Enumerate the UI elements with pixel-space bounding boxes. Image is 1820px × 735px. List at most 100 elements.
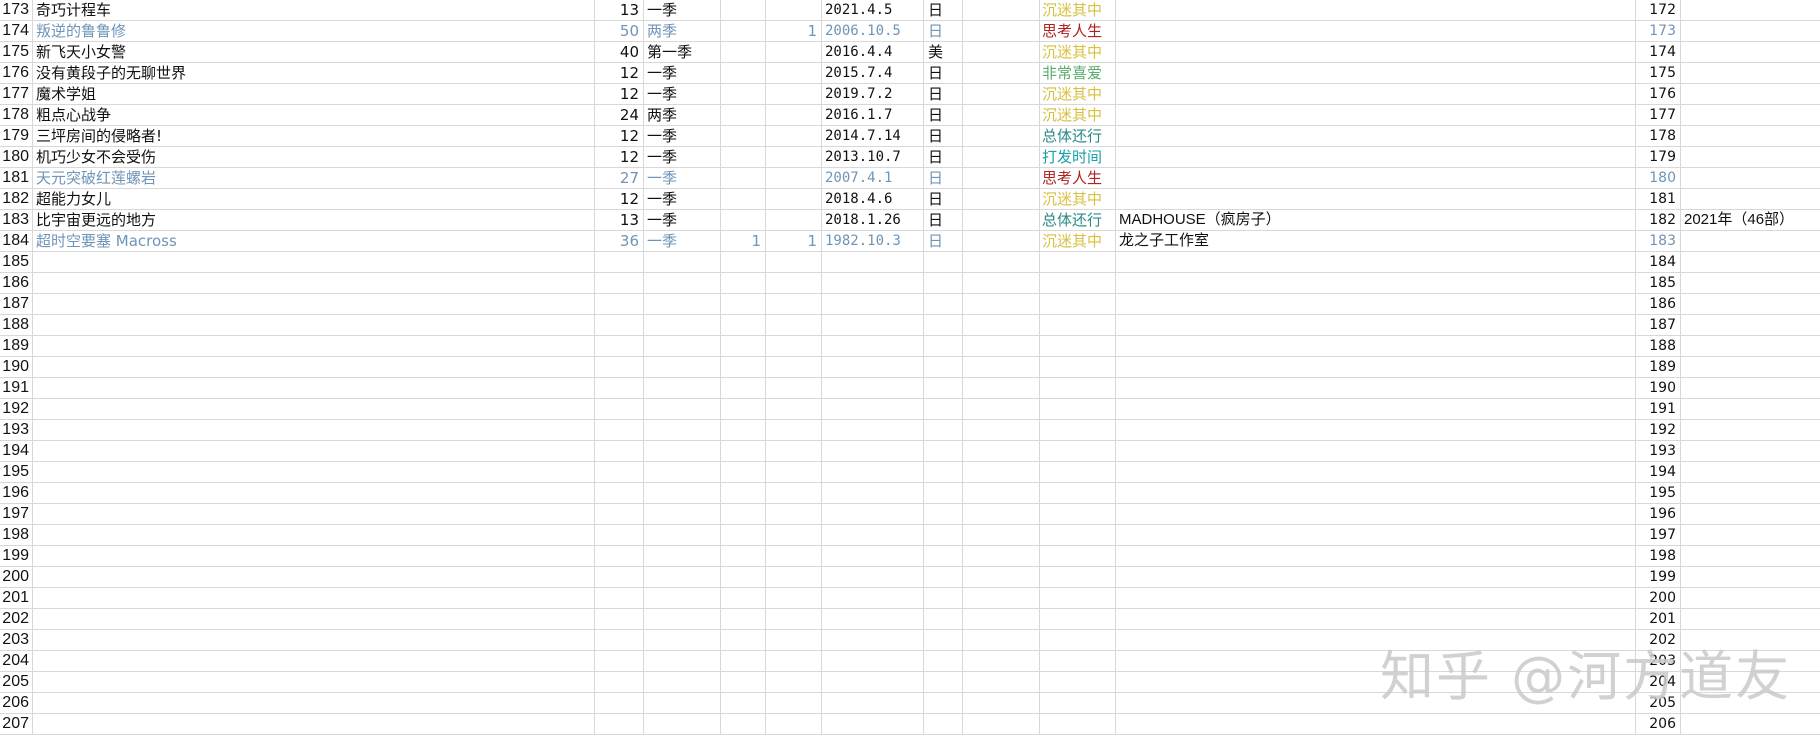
cell-rating-status[interactable] bbox=[1040, 504, 1116, 525]
cell-index[interactable]: 178 bbox=[1636, 126, 1681, 147]
cell-studio[interactable] bbox=[1116, 168, 1636, 189]
cell-episodes[interactable]: 12 bbox=[595, 126, 644, 147]
cell-season[interactable] bbox=[644, 336, 721, 357]
cell-title[interactable] bbox=[33, 441, 595, 462]
cell-year-summary[interactable] bbox=[1681, 714, 1820, 735]
cell-studio[interactable] bbox=[1116, 420, 1636, 441]
cell-rating-status[interactable] bbox=[1040, 525, 1116, 546]
cell-index[interactable]: 185 bbox=[1636, 273, 1681, 294]
cell-col-f[interactable] bbox=[766, 672, 822, 693]
cell-col-e[interactable]: 1 bbox=[721, 231, 766, 252]
cell-country[interactable]: 美 bbox=[924, 42, 963, 63]
cell-year-summary[interactable] bbox=[1681, 0, 1820, 21]
cell-year-summary[interactable] bbox=[1681, 546, 1820, 567]
cell-episodes[interactable]: 12 bbox=[595, 147, 644, 168]
cell-episodes[interactable] bbox=[595, 357, 644, 378]
cell-rating-status[interactable]: 打发时间 bbox=[1040, 147, 1116, 168]
cell-title[interactable] bbox=[33, 651, 595, 672]
cell-episodes[interactable] bbox=[595, 315, 644, 336]
cell-rating-status[interactable] bbox=[1040, 441, 1116, 462]
cell-studio[interactable] bbox=[1116, 672, 1636, 693]
cell-rating-status[interactable] bbox=[1040, 294, 1116, 315]
cell-col-f[interactable] bbox=[766, 546, 822, 567]
cell-studio[interactable] bbox=[1116, 693, 1636, 714]
cell-country[interactable] bbox=[924, 588, 963, 609]
cell-col-e[interactable] bbox=[721, 483, 766, 504]
cell-studio[interactable] bbox=[1116, 462, 1636, 483]
cell-studio[interactable] bbox=[1116, 441, 1636, 462]
cell-country[interactable]: 日 bbox=[924, 189, 963, 210]
cell-country[interactable] bbox=[924, 567, 963, 588]
cell-country[interactable] bbox=[924, 672, 963, 693]
cell-air-date[interactable]: 2018.4.6 bbox=[822, 189, 924, 210]
cell-index[interactable]: 200 bbox=[1636, 588, 1681, 609]
cell-year-summary[interactable] bbox=[1681, 672, 1820, 693]
cell-season[interactable]: 一季 bbox=[644, 0, 721, 21]
cell-year-summary[interactable] bbox=[1681, 483, 1820, 504]
cell-col-f[interactable] bbox=[766, 483, 822, 504]
cell-season[interactable]: 两季 bbox=[644, 105, 721, 126]
cell-index[interactable]: 177 bbox=[1636, 105, 1681, 126]
cell-title[interactable] bbox=[33, 315, 595, 336]
cell-index[interactable]: 203 bbox=[1636, 651, 1681, 672]
cell-index[interactable]: 194 bbox=[1636, 462, 1681, 483]
cell-col-f[interactable] bbox=[766, 315, 822, 336]
cell-country[interactable]: 日 bbox=[924, 105, 963, 126]
cell-index[interactable]: 188 bbox=[1636, 336, 1681, 357]
cell-col-f[interactable] bbox=[766, 420, 822, 441]
cell-title[interactable] bbox=[33, 462, 595, 483]
cell-col-i[interactable] bbox=[963, 84, 1040, 105]
cell-col-i[interactable] bbox=[963, 567, 1040, 588]
cell-col-e[interactable] bbox=[721, 84, 766, 105]
cell-country[interactable]: 日 bbox=[924, 231, 963, 252]
cell-col-e[interactable] bbox=[721, 672, 766, 693]
cell-country[interactable] bbox=[924, 504, 963, 525]
cell-col-f[interactable] bbox=[766, 609, 822, 630]
cell-title[interactable] bbox=[33, 252, 595, 273]
cell-season[interactable] bbox=[644, 441, 721, 462]
cell-episodes[interactable]: 27 bbox=[595, 168, 644, 189]
cell-rating-status[interactable] bbox=[1040, 252, 1116, 273]
cell-country[interactable] bbox=[924, 525, 963, 546]
cell-col-f[interactable] bbox=[766, 126, 822, 147]
cell-col-i[interactable] bbox=[963, 189, 1040, 210]
cell-studio[interactable] bbox=[1116, 126, 1636, 147]
cell-season[interactable] bbox=[644, 609, 721, 630]
cell-studio[interactable] bbox=[1116, 609, 1636, 630]
cell-rating-status[interactable] bbox=[1040, 315, 1116, 336]
cell-title[interactable]: 叛逆的鲁鲁修 bbox=[33, 21, 595, 42]
cell-season[interactable]: 一季 bbox=[644, 147, 721, 168]
cell-studio[interactable] bbox=[1116, 147, 1636, 168]
cell-season[interactable]: 一季 bbox=[644, 168, 721, 189]
cell-index[interactable]: 202 bbox=[1636, 630, 1681, 651]
cell-country[interactable] bbox=[924, 441, 963, 462]
cell-col-i[interactable] bbox=[963, 441, 1040, 462]
cell-air-date[interactable]: 2007.4.1 bbox=[822, 168, 924, 189]
cell-year-summary[interactable] bbox=[1681, 378, 1820, 399]
cell-air-date[interactable]: 2014.7.14 bbox=[822, 126, 924, 147]
cell-index[interactable]: 184 bbox=[1636, 252, 1681, 273]
cell-year-summary[interactable] bbox=[1681, 420, 1820, 441]
cell-studio[interactable] bbox=[1116, 42, 1636, 63]
cell-rating-status[interactable]: 沉迷其中 bbox=[1040, 189, 1116, 210]
cell-season[interactable] bbox=[644, 714, 721, 735]
cell-col-i[interactable] bbox=[963, 42, 1040, 63]
cell-year-summary[interactable] bbox=[1681, 273, 1820, 294]
cell-col-i[interactable] bbox=[963, 483, 1040, 504]
cell-country[interactable] bbox=[924, 483, 963, 504]
cell-air-date[interactable] bbox=[822, 567, 924, 588]
cell-episodes[interactable] bbox=[595, 693, 644, 714]
cell-country[interactable] bbox=[924, 273, 963, 294]
cell-air-date[interactable] bbox=[822, 483, 924, 504]
cell-air-date[interactable] bbox=[822, 525, 924, 546]
cell-title[interactable]: 超能力女儿 bbox=[33, 189, 595, 210]
cell-title[interactable] bbox=[33, 483, 595, 504]
cell-season[interactable]: 一季 bbox=[644, 210, 721, 231]
cell-year-summary[interactable] bbox=[1681, 336, 1820, 357]
cell-episodes[interactable] bbox=[595, 504, 644, 525]
cell-studio[interactable] bbox=[1116, 630, 1636, 651]
cell-col-e[interactable] bbox=[721, 357, 766, 378]
cell-rating-status[interactable] bbox=[1040, 357, 1116, 378]
cell-index[interactable]: 201 bbox=[1636, 609, 1681, 630]
cell-rating-status[interactable] bbox=[1040, 714, 1116, 735]
